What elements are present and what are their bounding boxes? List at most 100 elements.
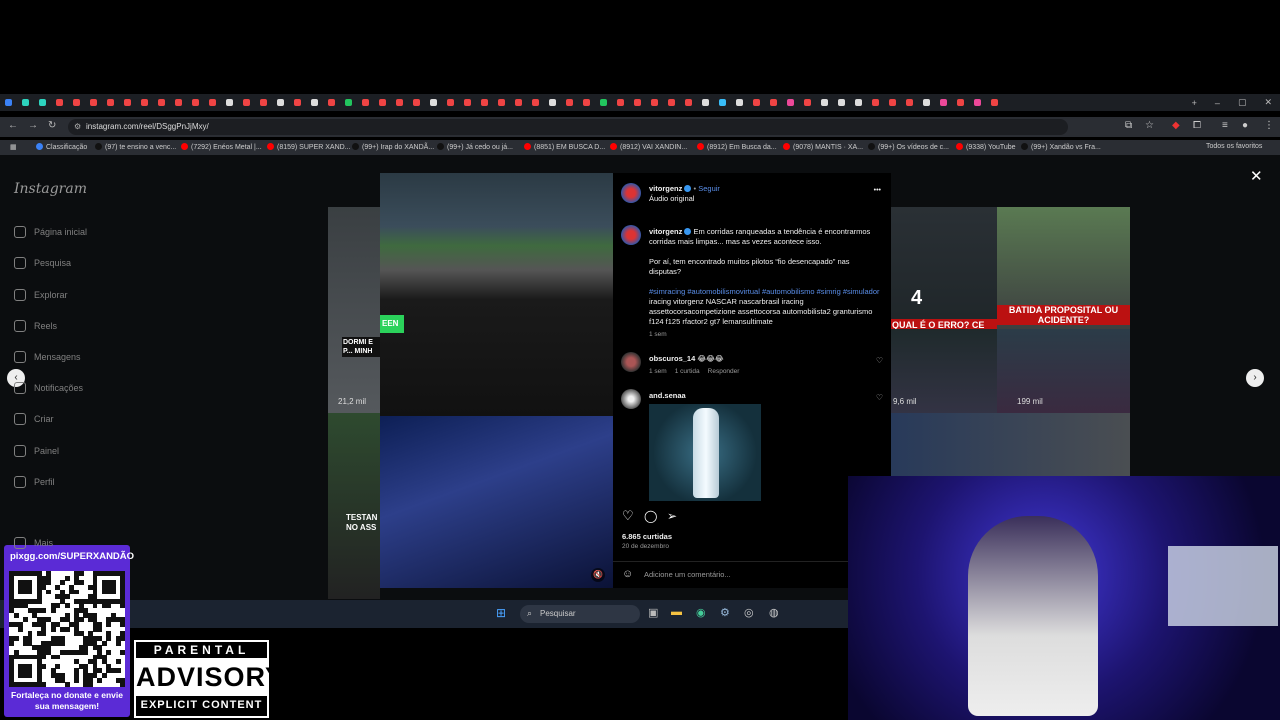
share-icon[interactable]: ➢ (667, 509, 677, 523)
steam-icon[interactable]: ◎ (744, 606, 754, 619)
close-icon[interactable]: ✕ (1250, 167, 1263, 185)
tab-favicon-icon[interactable] (821, 99, 828, 106)
tab-favicon-icon[interactable] (294, 99, 301, 106)
bookmark-star-icon[interactable]: ☆ (1145, 120, 1154, 131)
bookmark-item[interactable]: (8159) SUPER XAND... (267, 143, 351, 151)
tab-favicon-icon[interactable] (634, 99, 641, 106)
tab-favicon-icon[interactable] (532, 99, 539, 106)
comment-avatar[interactable] (621, 352, 641, 372)
thumb-left-bottom[interactable]: TESTAN NO ASS (328, 413, 380, 599)
caption-username[interactable]: vitorgenz (649, 227, 682, 236)
likes-count[interactable]: 6.865 curtidas (622, 532, 672, 541)
bookmark-item[interactable]: (9078) MANTIS · XA... (783, 143, 863, 151)
sidebar-item[interactable]: Perfil (14, 476, 55, 488)
tab-favicon-icon[interactable] (175, 99, 182, 106)
reply-button[interactable]: Responder (708, 368, 740, 375)
thumb-left-top[interactable]: DORMI E P... MINH 21,2 mil (328, 207, 380, 413)
tab-favicon-icon[interactable] (277, 99, 284, 106)
tab-favicon-icon[interactable] (430, 99, 437, 106)
sidebar-item[interactable]: Página inicial (14, 226, 87, 238)
tab-favicon-icon[interactable] (804, 99, 811, 106)
tab-favicon-icon[interactable] (923, 99, 930, 106)
tab-favicon-icon[interactable] (940, 99, 947, 106)
app-icon[interactable]: ◍ (769, 606, 779, 619)
next-reel-button[interactable]: › (1246, 369, 1264, 387)
audio-label[interactable]: Áudio original (649, 194, 694, 203)
tab-favicon-icon[interactable] (651, 99, 658, 106)
tab-favicon-icon[interactable] (5, 99, 12, 106)
tab-favicon-icon[interactable] (243, 99, 250, 106)
reel-video[interactable]: EEN 🔇 (380, 173, 613, 588)
sidebar-item[interactable]: Pesquisa (14, 257, 71, 269)
profile-avatar[interactable]: ● (1242, 120, 1248, 131)
tab-favicon-icon[interactable] (22, 99, 29, 106)
sidebar-item[interactable]: Notificações (14, 382, 83, 394)
thumb-right-3[interactable]: 9,6 mil (891, 329, 997, 413)
tab-favicon-icon[interactable] (260, 99, 267, 106)
comment-likes[interactable]: 1 curtida (675, 368, 700, 375)
tab-favicon-icon[interactable] (311, 99, 318, 106)
taskbar-search[interactable]: ⌕ Pesquisar (520, 605, 640, 623)
tab-favicon-icon[interactable] (158, 99, 165, 106)
bookmark-item[interactable]: (8912) VAI XANDIN... (610, 143, 687, 151)
tab-favicon-icon[interactable] (787, 99, 794, 106)
tab-favicon-icon[interactable] (719, 99, 726, 106)
comment-image[interactable] (649, 404, 761, 501)
bookmark-item[interactable]: (97) te ensino a venc... (95, 143, 176, 151)
bookmark-item[interactable]: (99+) Já cedo ou já... (437, 143, 513, 151)
task-view-icon[interactable]: ▣ (648, 606, 658, 619)
mute-icon[interactable]: 🔇 (591, 568, 605, 582)
tab-favicon-icon[interactable] (736, 99, 743, 106)
thumb-right-2[interactable]: BATIDA PROPOSITAL OU ACIDENTE? (997, 207, 1130, 329)
tab-favicon-icon[interactable] (464, 99, 471, 106)
tab-favicon-icon[interactable] (481, 99, 488, 106)
author-username[interactable]: vitorgenz (649, 184, 682, 193)
thumb-right-1[interactable]: 4 QUAL É O ERRO? CE CONSEGUE VER? (891, 207, 997, 329)
bookmark-item[interactable]: Classificação (36, 143, 87, 151)
sidebar-item[interactable]: Mensagens (14, 351, 81, 363)
apps-icon[interactable]: ▦ (10, 143, 17, 151)
tab-favicon-icon[interactable] (549, 99, 556, 106)
extensions-icon[interactable]: ⧠ (1193, 120, 1201, 131)
bookmark-item[interactable]: (9338) YouTube (956, 143, 1016, 151)
sidebar-item[interactable]: Explorar (14, 289, 68, 301)
bookmark-item[interactable]: (8912) Em Busca da... (697, 143, 777, 151)
back-icon[interactable]: ← (8, 120, 18, 131)
chrome-icon[interactable]: ◉ (696, 606, 706, 619)
emoji-icon[interactable]: ☺ (622, 568, 633, 580)
tab-favicon-icon[interactable] (855, 99, 862, 106)
tab-favicon-icon[interactable] (770, 99, 777, 106)
tab-favicon-icon[interactable] (396, 99, 403, 106)
site-info-icon[interactable]: ⚙ (74, 122, 81, 131)
tab-favicon-icon[interactable] (345, 99, 352, 106)
caption-hashtags[interactable]: #simracing #automobilismovirtual #automo… (649, 287, 880, 296)
tab-favicon-icon[interactable] (226, 99, 233, 106)
comment-username[interactable]: obscuros_14 (649, 354, 695, 363)
tab-favicon-icon[interactable] (107, 99, 114, 106)
tab-favicon-icon[interactable] (328, 99, 335, 106)
tab-favicon-icon[interactable] (39, 99, 46, 106)
tab-favicon-icon[interactable] (56, 99, 63, 106)
tab-favicon-icon[interactable] (906, 99, 913, 106)
bookmark-item[interactable]: (7292) Enéos Metal |... (181, 143, 262, 151)
file-explorer-icon[interactable]: ▬ (671, 606, 682, 618)
sidebar-item[interactable]: Criar (14, 413, 54, 425)
instagram-logo[interactable]: Instagram (14, 181, 87, 197)
url-input[interactable]: ⚙ instagram.com/reel/DSggPnJjMxy/ (68, 119, 1068, 135)
like-icon[interactable]: ♡ (622, 508, 634, 524)
tab-favicon-icon[interactable] (991, 99, 998, 106)
tab-favicon-icon[interactable] (90, 99, 97, 106)
forward-icon[interactable]: → (28, 120, 38, 131)
thumb-right-4[interactable]: 199 mil (997, 329, 1130, 413)
bookmark-item[interactable]: (99+) Os vídeos de c... (868, 143, 949, 151)
tab-favicon-icon[interactable] (583, 99, 590, 106)
tab-favicon-icon[interactable] (192, 99, 199, 106)
tab-favicon-icon[interactable] (872, 99, 879, 106)
like-comment-icon[interactable]: ♡ (876, 356, 883, 365)
tab-favicon-icon[interactable] (889, 99, 896, 106)
settings-icon[interactable]: ⚙ (720, 606, 730, 619)
tab-favicon-icon[interactable] (73, 99, 80, 106)
comment-username[interactable]: and.senaa (649, 391, 686, 400)
tab-favicon-icon[interactable] (685, 99, 692, 106)
tab-favicon-icon[interactable] (515, 99, 522, 106)
